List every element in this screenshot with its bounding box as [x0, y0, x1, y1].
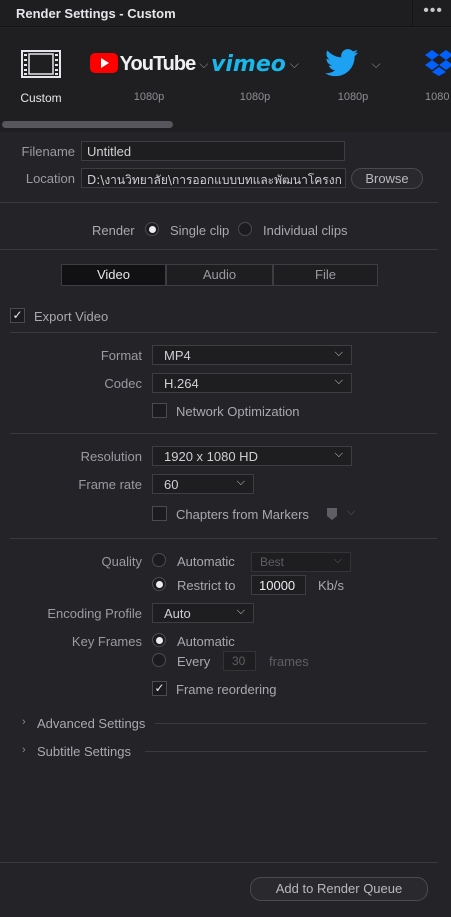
- preset-strip: Custom YouTube ⌵ 1080p vimeo ⌵ 1080p ⌵ 1…: [0, 28, 451, 132]
- resolution-select[interactable]: 1920 x 1080 HD ⌵: [152, 446, 352, 466]
- resolution-value: 1920 x 1080 HD: [164, 449, 258, 464]
- preset-twitter[interactable]: ⌵ 1080p: [308, 46, 398, 126]
- frame-rate-select[interactable]: 60 ⌵: [152, 474, 254, 494]
- subtitle-settings-header[interactable]: Subtitle Settings: [37, 744, 131, 759]
- key-frames-every-label: Every: [177, 654, 211, 669]
- youtube-icon: [89, 52, 118, 76]
- preset-label: 1080p: [133, 91, 165, 103]
- marker-icon[interactable]: [327, 508, 337, 520]
- preset-label: 1080p: [337, 91, 369, 103]
- bitrate-unit: Kb/s: [318, 578, 345, 593]
- twitter-icon: [325, 48, 359, 80]
- preset-custom[interactable]: Custom: [0, 46, 86, 126]
- footer-divider: [0, 862, 438, 863]
- chevron-right-icon[interactable]: ›: [22, 744, 26, 756]
- tab-audio[interactable]: Audio: [166, 264, 273, 286]
- quality-automatic-radio[interactable]: [152, 553, 166, 567]
- format-label: Format: [100, 348, 142, 363]
- key-frames-automatic-label: Automatic: [177, 634, 235, 649]
- encoding-profile-label: Encoding Profile: [47, 606, 142, 621]
- preset-vimeo[interactable]: vimeo ⌵ 1080p: [210, 46, 300, 126]
- divider: [155, 723, 427, 724]
- individual-clips-radio[interactable]: [238, 222, 252, 236]
- preset-youtube[interactable]: YouTube ⌵ 1080p: [89, 46, 208, 126]
- network-optimization-checkbox[interactable]: [152, 403, 167, 418]
- format-select[interactable]: MP4 ⌵: [152, 345, 352, 365]
- encoding-profile-select[interactable]: Auto ⌵: [152, 603, 254, 623]
- window-title: Render Settings - Custom: [16, 6, 176, 21]
- chevron-down-icon: ⌵: [236, 605, 245, 617]
- chevron-down-icon: ⌵: [371, 56, 381, 71]
- network-optimization-label: Network Optimization: [176, 404, 300, 419]
- dropbox-icon: [424, 49, 451, 80]
- chevron-down-icon: ⌵: [333, 554, 342, 566]
- film-icon: [0, 46, 86, 82]
- key-frames-every-radio[interactable]: [152, 653, 166, 667]
- frame-reordering-checkbox[interactable]: ✓: [152, 681, 167, 696]
- codec-select[interactable]: H.264 ⌵: [152, 373, 352, 393]
- single-clip-radio[interactable]: [145, 222, 159, 236]
- chevron-right-icon[interactable]: ›: [22, 716, 26, 728]
- quality-label: Quality: [101, 554, 142, 569]
- tab-video[interactable]: Video: [61, 264, 166, 286]
- key-frames-label: Key Frames: [71, 634, 142, 649]
- frame-reordering-label: Frame reordering: [176, 682, 277, 697]
- divider: [0, 249, 438, 250]
- key-frames-every-input[interactable]: 30: [223, 651, 256, 671]
- single-clip-label: Single clip: [170, 223, 230, 238]
- preset-label: 1080: [425, 91, 450, 103]
- bitrate-input[interactable]: 10000: [251, 575, 306, 595]
- chevron-down-icon: ⌵: [199, 56, 209, 71]
- frame-rate-label: Frame rate: [78, 477, 142, 492]
- browse-button[interactable]: Browse: [351, 168, 423, 189]
- individual-clips-label: Individual clips: [263, 223, 348, 238]
- key-frames-automatic-radio[interactable]: [152, 633, 166, 647]
- format-value: MP4: [164, 348, 191, 363]
- chevron-down-icon: ⌵: [334, 448, 343, 460]
- divider: [10, 332, 437, 333]
- tab-file[interactable]: File: [273, 264, 378, 286]
- quality-automatic-label: Automatic: [177, 554, 235, 569]
- preset-label: 1080p: [239, 91, 271, 103]
- render-label: Render: [92, 223, 135, 238]
- encoding-profile-value: Auto: [164, 606, 191, 621]
- chapters-checkbox[interactable]: [152, 506, 167, 521]
- youtube-wordmark: YouTube: [119, 52, 197, 75]
- codec-value: H.264: [164, 376, 199, 391]
- quality-restrict-label: Restrict to: [177, 578, 236, 593]
- filename-field[interactable]: Untitled: [81, 141, 345, 161]
- chevron-down-icon[interactable]: ⌵: [347, 506, 355, 519]
- frame-rate-value: 60: [164, 477, 179, 492]
- resolution-label: Resolution: [80, 449, 142, 464]
- more-dots-icon[interactable]: •••: [423, 2, 443, 20]
- preset-dropbox[interactable]: 1080: [396, 46, 451, 126]
- divider: [0, 202, 438, 203]
- vimeo-icon: vimeo: [211, 51, 286, 77]
- chevron-down-icon: ⌵: [236, 476, 245, 488]
- preset-label: Custom: [20, 91, 62, 105]
- codec-label: Codec: [104, 376, 142, 391]
- divider: [10, 433, 437, 434]
- title-divider: [412, 0, 413, 27]
- location-label: Location: [25, 171, 75, 186]
- chapters-label: Chapters from Markers: [176, 507, 309, 522]
- filename-label: Filename: [21, 144, 75, 159]
- quality-automatic-value: Best: [260, 555, 285, 569]
- chevron-down-icon: ⌵: [289, 56, 299, 71]
- divider: [145, 751, 427, 752]
- preset-scrollbar[interactable]: [2, 121, 173, 128]
- location-field[interactable]: D:\งานวิทยาลัย\การออกแบบบทและพัฒนาโครงก: [81, 168, 346, 188]
- key-frames-unit: frames: [269, 654, 309, 669]
- chevron-down-icon: ⌵: [334, 375, 343, 387]
- quality-restrict-radio[interactable]: [152, 577, 166, 591]
- quality-automatic-select[interactable]: Best ⌵: [251, 552, 351, 572]
- export-video-checkbox[interactable]: ✓: [10, 308, 25, 323]
- export-video-label: Export Video: [34, 309, 109, 324]
- divider: [10, 538, 437, 539]
- chevron-down-icon: ⌵: [334, 347, 343, 359]
- advanced-settings-header[interactable]: Advanced Settings: [37, 716, 145, 731]
- add-to-render-queue-button[interactable]: Add to Render Queue: [250, 877, 428, 901]
- title-bar: Render Settings - Custom •••: [0, 0, 451, 27]
